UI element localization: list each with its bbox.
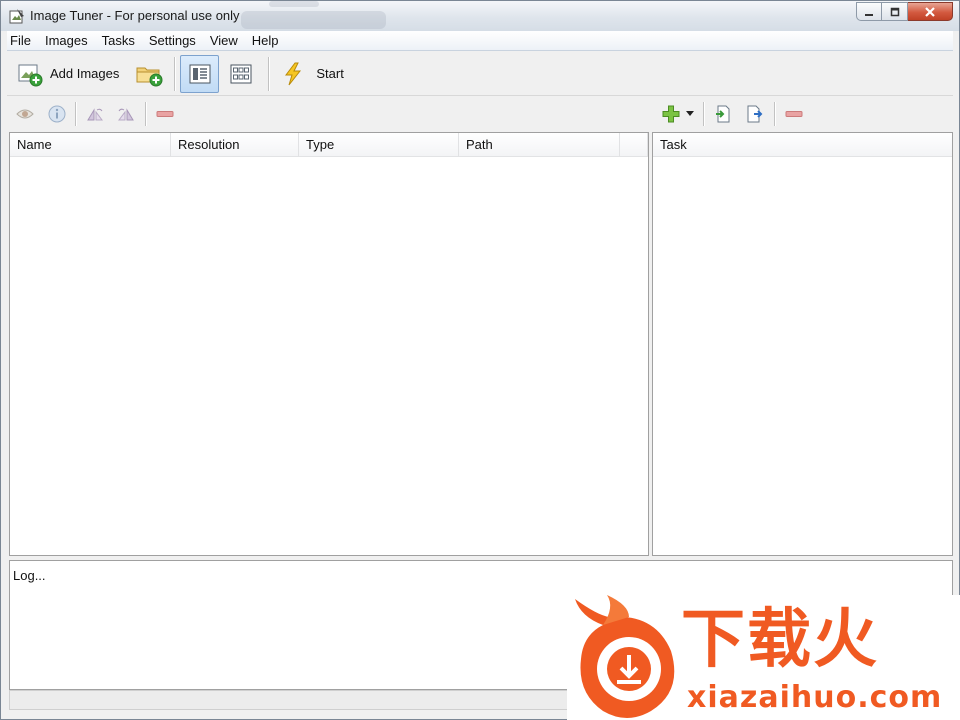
watermark-url: xiazaihuo.com xyxy=(687,680,943,715)
rotate-left-icon xyxy=(87,108,103,121)
toolbar-separator xyxy=(174,56,176,91)
menu-help[interactable]: Help xyxy=(245,31,286,51)
add-images-label: Add Images xyxy=(50,66,120,81)
minimize-button[interactable] xyxy=(856,2,882,21)
close-icon xyxy=(925,6,935,17)
app-icon xyxy=(9,9,24,24)
plus-icon xyxy=(662,105,680,123)
toolbar-separator xyxy=(703,102,704,126)
minus-icon xyxy=(156,111,174,117)
rotate-left-button[interactable] xyxy=(83,103,107,125)
add-image-icon xyxy=(18,64,43,86)
images-list-header: Name Resolution Type Path xyxy=(10,133,648,157)
info-icon xyxy=(48,105,66,123)
toolbar-separator xyxy=(268,56,270,91)
export-task-button[interactable] xyxy=(743,103,767,125)
rotate-right-icon xyxy=(118,108,134,121)
add-images-button[interactable]: Add Images xyxy=(11,55,125,93)
add-folder-icon xyxy=(136,67,163,86)
column-header-resolution[interactable]: Resolution xyxy=(171,133,299,157)
column-header-task[interactable]: Task xyxy=(653,133,951,157)
toolbar-separator xyxy=(75,102,76,126)
preview-button[interactable] xyxy=(13,103,37,125)
task-list-header: Task xyxy=(653,133,952,157)
minus-icon xyxy=(785,111,803,117)
export-icon xyxy=(747,105,763,123)
details-view-button[interactable] xyxy=(180,54,220,93)
eye-icon xyxy=(16,109,34,119)
add-folder-button[interactable] xyxy=(129,55,169,93)
thumbnails-view-icon xyxy=(230,64,252,83)
remove-task-button[interactable] xyxy=(782,103,806,125)
maximize-button[interactable] xyxy=(882,2,908,21)
menu-images[interactable]: Images xyxy=(38,31,95,51)
close-button[interactable] xyxy=(908,2,953,21)
start-label: Start xyxy=(316,66,344,81)
menu-view[interactable]: View xyxy=(203,31,245,51)
column-header-filler xyxy=(620,133,648,157)
images-list[interactable]: Name Resolution Type Path xyxy=(9,132,649,556)
details-view-icon xyxy=(189,64,211,83)
column-header-path[interactable]: Path xyxy=(459,133,620,157)
task-list[interactable]: Task xyxy=(652,132,953,556)
background-window-edge xyxy=(241,11,386,29)
add-task-button[interactable] xyxy=(659,103,683,125)
column-header-name[interactable]: Name xyxy=(10,133,171,157)
toolbar-separator xyxy=(774,102,775,126)
chevron-down-icon xyxy=(686,111,694,116)
rotate-right-button[interactable] xyxy=(114,103,138,125)
menu-file[interactable]: File xyxy=(7,31,38,51)
add-task-dropdown[interactable] xyxy=(683,103,697,125)
app-window: Image Tuner - For personal use only File… xyxy=(0,0,960,720)
menu-settings[interactable]: Settings xyxy=(142,31,203,51)
lightning-icon xyxy=(285,62,302,85)
background-window-edge xyxy=(269,1,319,7)
toolbar-separator xyxy=(145,102,146,126)
window-title: Image Tuner - For personal use only xyxy=(30,8,240,23)
main-toolbar: Add Images Start xyxy=(7,52,953,96)
start-button[interactable]: Start xyxy=(274,55,349,93)
column-header-type[interactable]: Type xyxy=(299,133,459,157)
remove-image-button[interactable] xyxy=(153,103,177,125)
thumbnails-view-button[interactable] xyxy=(221,55,260,93)
watermark: 下载火 xiazaihuo.com xyxy=(567,595,960,720)
restore-icon xyxy=(890,7,899,16)
minimize-icon xyxy=(865,13,873,16)
info-button[interactable] xyxy=(45,103,69,125)
log-text: Log... xyxy=(13,568,46,583)
menu-bar: File Images Tasks Settings View Help xyxy=(7,31,953,51)
flame-logo-icon xyxy=(575,595,675,718)
title-bar[interactable]: Image Tuner - For personal use only xyxy=(1,1,959,31)
secondary-toolbar xyxy=(7,99,953,129)
import-task-button[interactable] xyxy=(711,103,735,125)
menu-tasks[interactable]: Tasks xyxy=(95,31,142,51)
watermark-brand-text: 下载火 xyxy=(681,603,879,677)
import-icon xyxy=(716,105,730,123)
